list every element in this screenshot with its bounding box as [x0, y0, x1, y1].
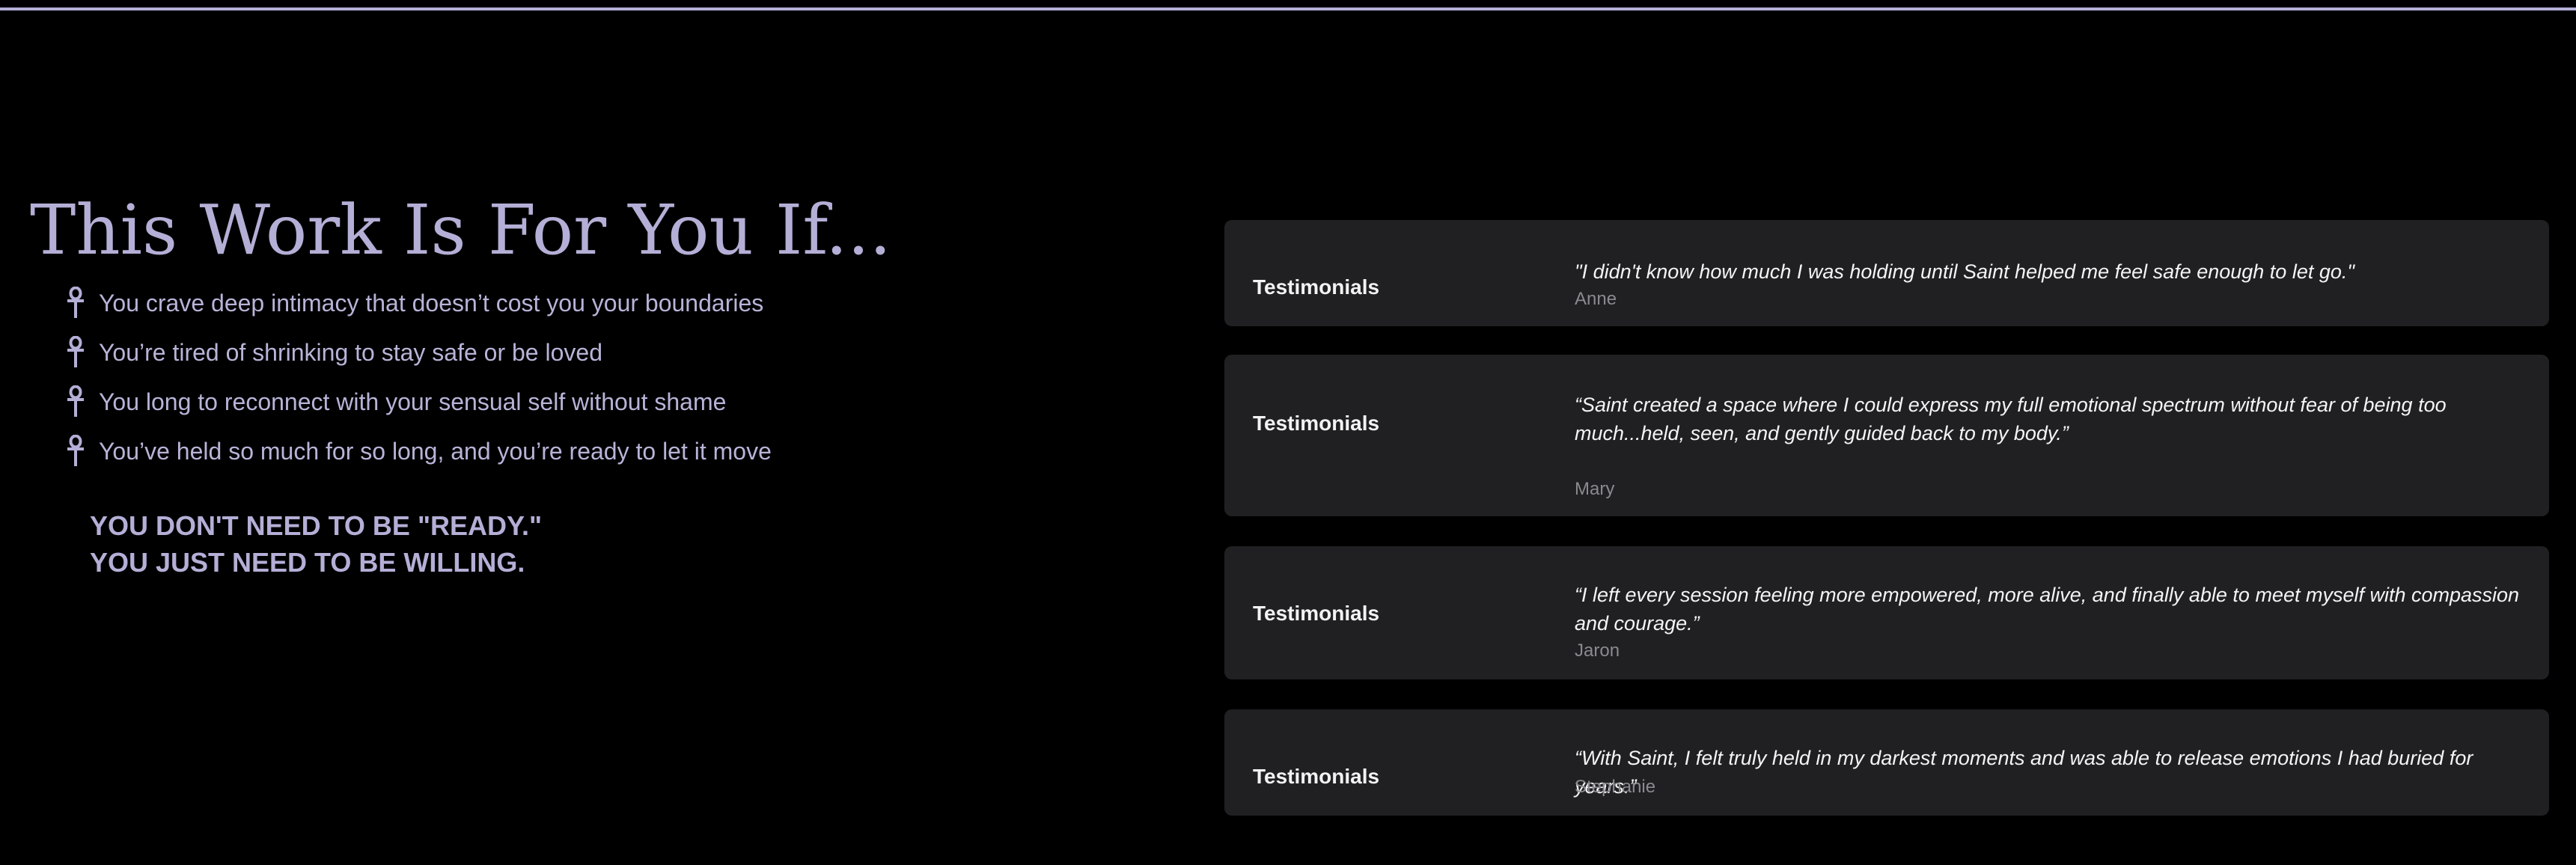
testimonial-author: Mary — [1575, 479, 1615, 499]
ankh-icon — [67, 336, 84, 367]
testimonial-label: Testimonials — [1253, 412, 1380, 435]
testimonial-author: Stephanie — [1575, 777, 1656, 797]
call-to-action: YOU DON'T NEED TO BE "READY." YOU JUST N… — [90, 507, 1153, 581]
list-item: You long to reconnect with your sensual … — [66, 377, 1153, 427]
testimonial-quote: “Saint created a space where I could exp… — [1575, 394, 2447, 444]
ankh-icon — [67, 435, 84, 466]
who-this-is-for-section: This Work Is For You If... You crave dee… — [30, 187, 1153, 581]
testimonial-card: Testimonials “Saint created a space wher… — [1224, 355, 2549, 516]
list-item-text: You’ve held so much for so long, and you… — [99, 437, 772, 465]
cta-line: YOU JUST NEED TO BE WILLING. — [90, 547, 525, 578]
testimonial-author: Anne — [1575, 289, 1617, 309]
top-divider — [0, 7, 2576, 10]
testimonial-label: Testimonials — [1253, 275, 1380, 299]
testimonial-quote: "I didn't know how much I was holding un… — [1575, 260, 2354, 283]
testimonial-label: Testimonials — [1253, 602, 1380, 625]
ankh-icon — [67, 287, 84, 318]
list-item-text: You long to reconnect with your sensual … — [99, 388, 727, 415]
cta-line: YOU DON'T NEED TO BE "READY." — [90, 510, 543, 541]
testimonial-card: Testimonials "I didn't know how much I w… — [1224, 220, 2549, 326]
criteria-list: You crave deep intimacy that doesn’t cos… — [66, 278, 1153, 476]
testimonial-card: Testimonials “With Saint, I felt truly h… — [1224, 709, 2549, 816]
testimonial-author: Jaron — [1575, 641, 1620, 661]
testimonial-quote: “With Saint, I felt truly held in my dar… — [1575, 747, 2473, 798]
testimonial-card: Testimonials “I left every session feeli… — [1224, 546, 2549, 679]
list-item: You’ve held so much for so long, and you… — [66, 427, 1153, 476]
testimonial-quote: “I left every session feeling more empow… — [1575, 584, 2520, 635]
list-item-text: You crave deep intimacy that doesn’t cos… — [99, 289, 764, 317]
list-item-text: You’re tired of shrinking to stay safe o… — [99, 338, 602, 366]
ankh-icon — [67, 385, 84, 417]
section-title: This Work Is For You If... — [30, 190, 891, 270]
testimonial-label: Testimonials — [1253, 765, 1380, 788]
list-item: You crave deep intimacy that doesn’t cos… — [66, 278, 1153, 328]
list-item: You’re tired of shrinking to stay safe o… — [66, 328, 1153, 377]
